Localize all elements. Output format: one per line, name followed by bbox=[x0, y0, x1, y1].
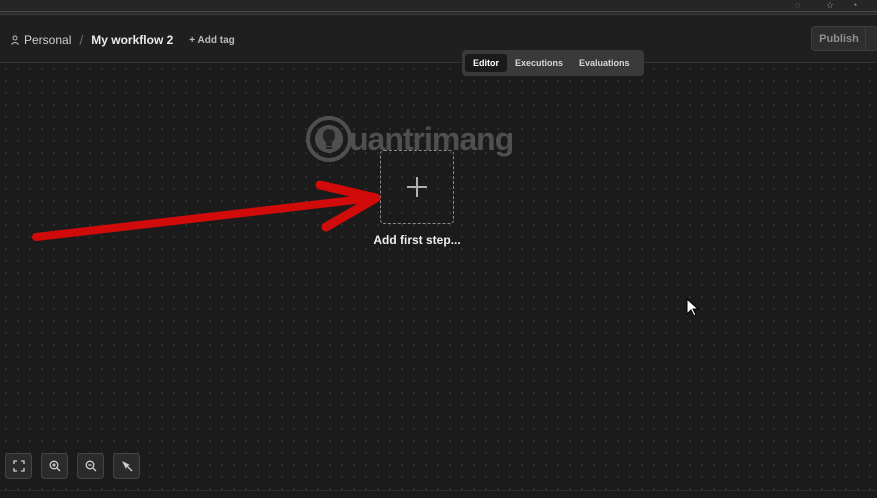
zoom-in-icon bbox=[49, 460, 60, 472]
fit-view-icon bbox=[12, 460, 25, 472]
publish-button[interactable]: Publish bbox=[811, 26, 867, 51]
extension-icon[interactable]: ◌ bbox=[795, 0, 800, 10]
fit-view-button[interactable] bbox=[5, 453, 32, 479]
mouse-cursor-icon bbox=[686, 298, 700, 317]
tidy-up-icon bbox=[121, 461, 132, 472]
tidy-up-button[interactable] bbox=[113, 453, 140, 479]
workflow-title[interactable]: My workflow 2 bbox=[91, 33, 173, 47]
bottom-divider bbox=[0, 490, 877, 491]
person-icon bbox=[11, 35, 19, 45]
tab-executions[interactable]: Executions bbox=[507, 54, 571, 72]
breadcrumb-separator: / bbox=[79, 32, 84, 48]
watermark-logo-icon bbox=[306, 116, 352, 162]
add-tag-button[interactable]: + Add tag bbox=[189, 35, 234, 46]
breadcrumb-project[interactable]: Personal bbox=[24, 33, 71, 47]
add-first-step-button[interactable] bbox=[380, 150, 454, 224]
bookmark-icon[interactable]: ☆ bbox=[826, 0, 834, 10]
publish-menu-toggle[interactable] bbox=[865, 26, 877, 51]
tab-editor[interactable]: Editor bbox=[465, 54, 507, 72]
zoom-out-icon bbox=[85, 460, 96, 472]
view-tabs: Editor Executions Evaluations bbox=[462, 50, 644, 76]
plus-icon bbox=[407, 177, 427, 197]
breadcrumb: Personal / My workflow 2 + Add tag bbox=[10, 32, 235, 48]
browser-address-bar: ◌ ☆ ◔ bbox=[0, 0, 877, 15]
address-field[interactable] bbox=[0, 0, 877, 12]
zoom-out-button[interactable] bbox=[77, 453, 104, 479]
add-first-step-label: Add first step... bbox=[373, 233, 461, 247]
zoom-in-button[interactable] bbox=[41, 453, 68, 479]
workflow-header: Personal / My workflow 2 + Add tag Publi… bbox=[0, 15, 877, 63]
profile-icon[interactable]: ◔ bbox=[852, 0, 857, 10]
tab-evaluations[interactable]: Evaluations bbox=[571, 54, 638, 72]
